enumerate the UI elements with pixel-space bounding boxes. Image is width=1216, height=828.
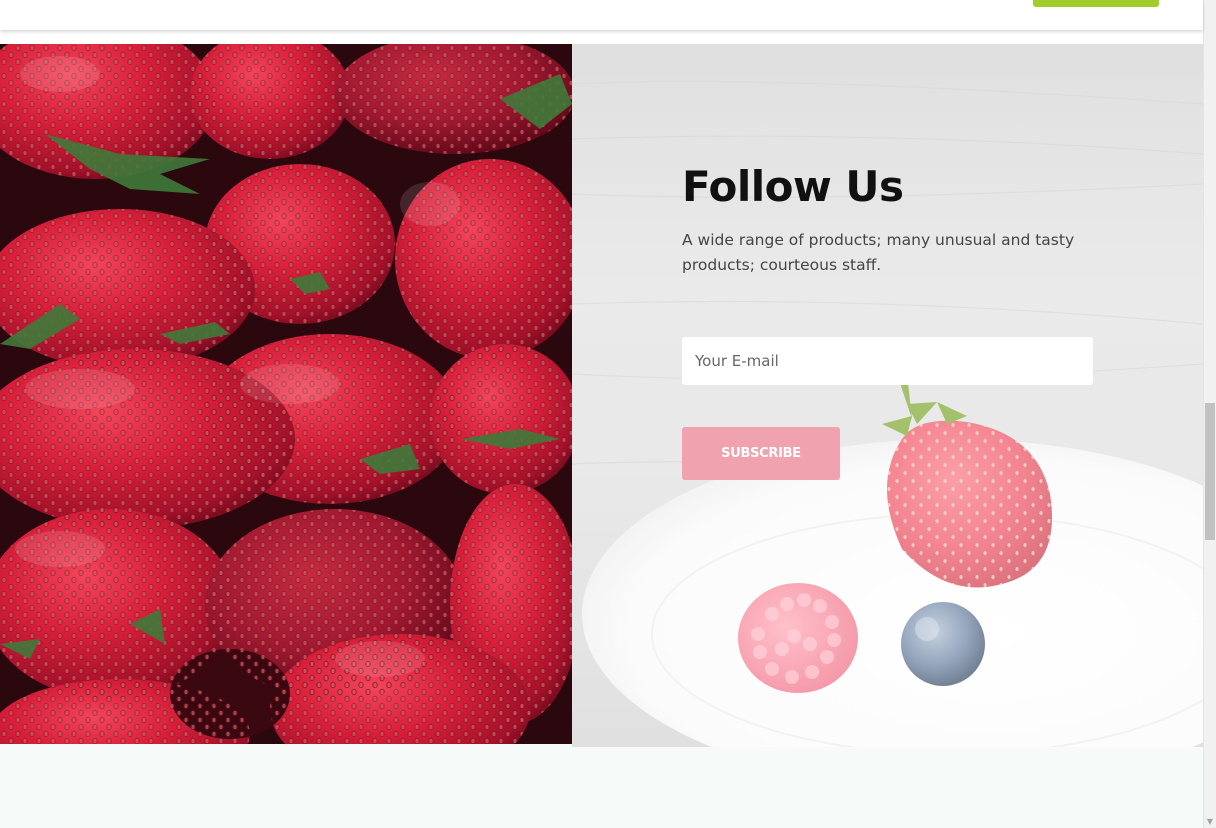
header-spacer [0,30,1203,44]
site-header [0,0,1203,30]
subscribe-button[interactable]: SUBSCRIBE [682,427,840,480]
follow-us-title: Follow Us [682,162,904,211]
page: Follow Us A wide range of products; many… [0,0,1216,828]
berries-plate-image [572,44,1203,747]
strawberries-image [0,44,572,744]
next-section [0,747,1203,828]
email-field[interactable] [682,337,1093,385]
scrollbar-thumb[interactable] [1205,403,1215,540]
chevron-down-icon[interactable]: ▼ [1206,818,1214,826]
follow-us-section: Follow Us A wide range of products; many… [572,44,1203,747]
follow-us-description: A wide range of products; many unusual a… [682,231,1075,274]
header-cta-button[interactable] [1033,0,1159,7]
